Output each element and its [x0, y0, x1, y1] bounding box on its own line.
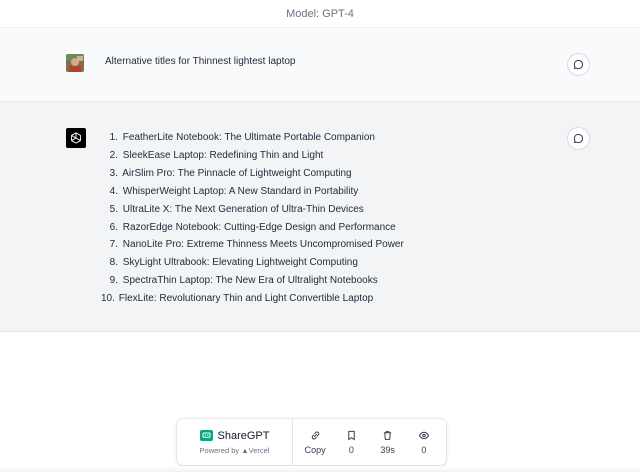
- list-item-number: 2.: [109, 149, 118, 161]
- list-item-number: 9.: [109, 275, 118, 287]
- openai-logo-icon: [66, 128, 86, 148]
- chat-bubble-button-user[interactable]: [567, 53, 590, 76]
- list-item: 5. UltraLite X: The Next Generation of U…: [105, 201, 525, 219]
- bookmark-button[interactable]: 0: [334, 430, 368, 455]
- list-item-text: SleekEase Laptop: Redefining Thin and Li…: [122, 149, 324, 161]
- user-message-text: Alternative titles for Thinnest lightest…: [105, 56, 296, 67]
- chat-bubble-button-assistant[interactable]: [567, 127, 590, 150]
- sharegpt-logo-icon: [199, 430, 213, 441]
- list-item-number: 3.: [109, 167, 118, 179]
- list-item-text: FlexLite: Revolutionary Thin and Light C…: [118, 293, 374, 305]
- list-item-number: 7.: [109, 239, 118, 251]
- model-label: Model: GPT-4: [0, 0, 640, 28]
- trash-icon: [383, 430, 392, 440]
- powered-by-label[interactable]: Powered by ▲Vercel: [200, 446, 270, 455]
- list-item: 1. FeatherLite Notebook: The Ultimate Po…: [105, 129, 525, 147]
- list-item-number: 5.: [109, 203, 118, 215]
- list-item-number: 8.: [109, 257, 118, 269]
- list-item: 6. RazorEdge Notebook: Cutting-Edge Desi…: [105, 219, 525, 237]
- list-item-text: AirSlim Pro: The Pinnacle of Lightweight…: [122, 167, 352, 179]
- list-item: 4. WhisperWeight Laptop: A New Standard …: [105, 183, 525, 201]
- list-item-number: 10.: [101, 293, 115, 305]
- link-icon: [311, 430, 319, 440]
- list-item-text: RazorEdge Notebook: Cutting-Edge Design …: [122, 221, 396, 233]
- list-item-text: SkyLight Ultrabook: Elevating Lightweigh…: [122, 257, 358, 269]
- copy-label: Copy: [304, 444, 326, 455]
- views-count: 0: [421, 444, 427, 455]
- list-item-text: WhisperWeight Laptop: A New Standard in …: [122, 185, 359, 197]
- chat-bubble-icon: [573, 133, 584, 144]
- bottom-edge: [0, 466, 640, 472]
- delete-button[interactable]: 39s: [371, 430, 405, 455]
- brand-name: ShareGPT: [217, 429, 270, 442]
- list-item-number: 4.: [109, 185, 118, 197]
- user-message-row: [0, 28, 640, 102]
- bookmark-icon: [348, 430, 355, 440]
- chat-bubble-icon: [573, 59, 584, 70]
- list-item-text: NanoLite Pro: Extreme Thinness Meets Unc…: [122, 239, 404, 251]
- list-item-text: SpectraThin Laptop: The New Era of Ultra…: [122, 275, 378, 287]
- list-item: 10. FlexLite: Revolutionary Thin and Lig…: [101, 290, 525, 308]
- list-item-text: UltraLite X: The Next Generation of Ultr…: [122, 203, 364, 215]
- assistant-reply-list: 1. FeatherLite Notebook: The Ultimate Po…: [101, 129, 525, 308]
- copy-link-button[interactable]: Copy: [298, 430, 332, 455]
- sharegpt-footer-card: ShareGPT Powered by ▲Vercel Copy 0 39s 0: [177, 419, 446, 465]
- bookmark-count: 0: [348, 444, 354, 455]
- views-counter: 0: [407, 430, 441, 455]
- eye-icon: [418, 431, 430, 439]
- deleted-time: 39s: [380, 444, 395, 455]
- sharegpt-page: Model: GPT-4 Alternative titles for Thin…: [0, 0, 640, 472]
- list-item: 8. SkyLight Ultrabook: Elevating Lightwe…: [105, 254, 525, 272]
- footer-stats: Copy 0 39s 0: [293, 430, 446, 455]
- list-item-number: 6.: [109, 221, 118, 233]
- list-item: 2. SleekEase Laptop: Redefining Thin and…: [105, 147, 525, 165]
- list-item-text: FeatherLite Notebook: The Ultimate Porta…: [122, 132, 375, 143]
- list-item: 9. SpectraThin Laptop: The New Era of Ul…: [105, 272, 525, 290]
- sharegpt-brand[interactable]: ShareGPT Powered by ▲Vercel: [177, 419, 293, 465]
- list-item: 7. NanoLite Pro: Extreme Thinness Meets …: [105, 236, 525, 254]
- list-item-number: 1.: [109, 132, 118, 143]
- user-avatar: [66, 54, 84, 72]
- list-item: 3. AirSlim Pro: The Pinnacle of Lightwei…: [105, 165, 525, 183]
